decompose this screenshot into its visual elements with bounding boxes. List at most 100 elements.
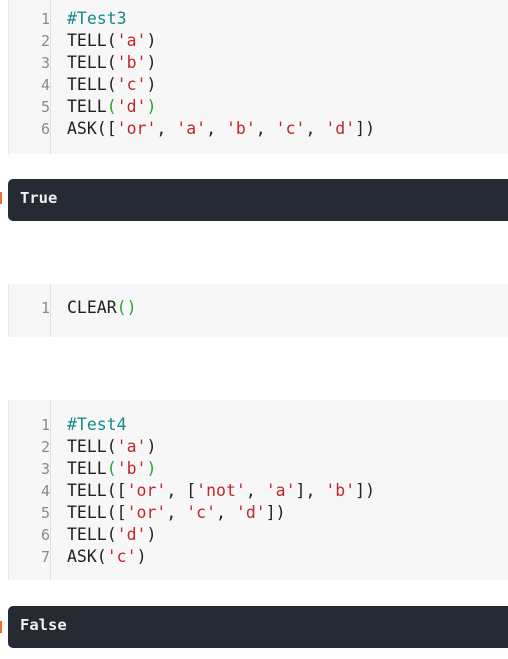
output-marker [0, 621, 2, 633]
code-token: 'd' [235, 503, 266, 522]
code-text: #Test4 [67, 414, 127, 436]
line-number: 5 [40, 98, 50, 116]
code-token: TELL( [67, 31, 117, 50]
code-token: 'b' [225, 119, 256, 138]
line-number: 5 [40, 504, 50, 522]
code-token: ( [106, 459, 117, 478]
code-token: 'c' [275, 119, 306, 138]
code-line[interactable]: 5 TELL('d') [9, 96, 508, 118]
line-number: 1 [40, 416, 50, 434]
code-token: , [245, 481, 266, 500]
code-token: 'd' [116, 97, 147, 116]
code-line[interactable]: 1 #Test3 [9, 8, 508, 30]
code-token: ) [146, 75, 157, 94]
line-number: 6 [40, 120, 50, 138]
output-cell-test3: True [8, 179, 508, 221]
code-line[interactable]: 6 ASK(['or', 'a', 'b', 'c', 'd']) [9, 118, 508, 140]
code-token: TELL [67, 459, 107, 478]
code-token: 'a' [116, 437, 147, 456]
code-token: #Test4 [67, 415, 127, 434]
code-token: ) [146, 459, 157, 478]
line-number: 7 [40, 548, 50, 566]
code-token: TELL( [67, 53, 117, 72]
code-token: , [216, 503, 236, 522]
code-token: ]) [265, 503, 286, 522]
code-line[interactable]: 4 TELL(['or', ['not', 'a'], 'b']) [9, 480, 508, 502]
code-token: 'or' [126, 503, 167, 522]
line-number: 3 [40, 460, 50, 478]
code-token: () [116, 298, 137, 317]
code-text: TELL('c') [67, 74, 156, 96]
code-token: 'not' [196, 481, 246, 500]
code-token: 'c' [116, 75, 147, 94]
line-number: 2 [40, 32, 50, 50]
code-token: TELL( [67, 75, 117, 94]
code-line[interactable]: 5 TELL(['or', 'c', 'd']) [9, 502, 508, 524]
code-text: TELL('b') [67, 458, 156, 480]
code-line[interactable]: 7 ASK('c') [9, 546, 508, 568]
code-text: TELL('d') [67, 524, 156, 546]
code-token: TELL( [67, 525, 117, 544]
code-line[interactable]: 6 TELL('d') [9, 524, 508, 546]
output-marker [0, 192, 2, 204]
code-token: 'a' [176, 119, 207, 138]
code-token: 'b' [325, 481, 356, 500]
code-line[interactable]: 2 TELL('a') [9, 30, 508, 52]
code-cell-clear[interactable]: 1 CLEAR() [8, 284, 508, 337]
code-token: ) [136, 547, 147, 566]
code-line[interactable]: 3 TELL('b') [9, 458, 508, 480]
line-number: 4 [40, 76, 50, 94]
code-token: 'a' [265, 481, 296, 500]
code-cell-test3[interactable]: 1 #Test3 2 TELL('a') 3 TELL('b') 4 TELL('c') 5 TE… [8, 0, 508, 154]
code-line[interactable]: 1 #Test4 [9, 414, 508, 436]
code-token: ASK( [67, 547, 107, 566]
code-line[interactable]: 1 CLEAR() [9, 297, 508, 319]
code-token: CLEAR [67, 298, 117, 317]
line-number: 4 [40, 482, 50, 500]
code-line[interactable]: 2 TELL('a') [9, 436, 508, 458]
code-text: TELL('d') [67, 96, 156, 118]
code-text: #Test3 [67, 8, 127, 30]
code-token: , [255, 119, 276, 138]
output-text: True [20, 189, 58, 207]
code-token: , [206, 119, 226, 138]
line-number: 1 [40, 299, 50, 317]
code-token: 'd' [116, 525, 147, 544]
code-text: ASK('c') [67, 546, 147, 568]
code-token: , [305, 119, 326, 138]
code-token: ]) [355, 119, 376, 138]
code-text: TELL('a') [67, 436, 156, 458]
code-text: TELL(['or', 'c', 'd']) [67, 502, 286, 524]
code-token: TELL( [67, 437, 117, 456]
code-token: 'b' [116, 459, 147, 478]
code-token: 'b' [116, 53, 147, 72]
code-token: 'a' [116, 31, 147, 50]
code-token: ], [295, 481, 326, 500]
output-text: False [20, 616, 67, 634]
code-token: 'or' [116, 119, 157, 138]
output-cell-test4: False [8, 606, 508, 648]
code-text: TELL('b') [67, 52, 156, 74]
line-number: 3 [40, 54, 50, 72]
code-token: ]) [355, 481, 376, 500]
code-text: TELL('a') [67, 30, 156, 52]
line-number: 2 [40, 438, 50, 456]
code-token: ) [146, 97, 157, 116]
code-token: , [156, 119, 177, 138]
code-token: 'd' [325, 119, 356, 138]
code-line[interactable]: 3 TELL('b') [9, 52, 508, 74]
code-token: , [ [166, 481, 197, 500]
code-token: 'c' [106, 547, 137, 566]
code-token: TELL([ [67, 481, 127, 500]
code-text: TELL(['or', ['not', 'a'], 'b']) [67, 480, 375, 502]
code-cell-test4[interactable]: 1 #Test4 2 TELL('a') 3 TELL('b') 4 TELL(['or', … [8, 400, 508, 580]
line-number: 6 [40, 526, 50, 544]
code-token: TELL([ [67, 503, 127, 522]
code-token: ) [146, 31, 157, 50]
code-token: ) [146, 437, 157, 456]
code-token: TELL [67, 97, 107, 116]
line-number: 1 [40, 10, 50, 28]
code-line[interactable]: 4 TELL('c') [9, 74, 508, 96]
code-token: 'c' [186, 503, 217, 522]
code-text: ASK(['or', 'a', 'b', 'c', 'd']) [67, 118, 375, 140]
